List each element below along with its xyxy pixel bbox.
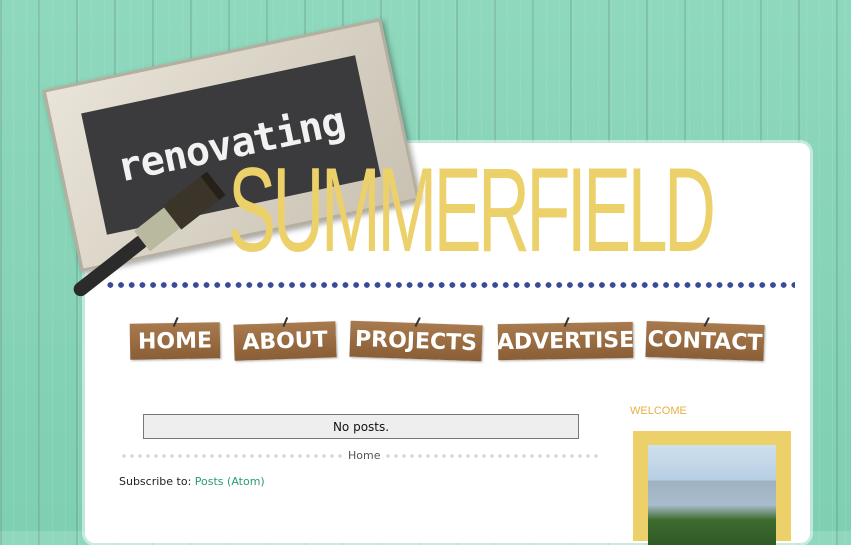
welcome-photo-frame [633,431,791,545]
nav-about-button[interactable]: ABOUT [233,316,337,361]
posts-atom-link[interactable]: Posts (Atom) [195,475,265,488]
subscribe-label: Subscribe to: [119,475,192,488]
subscribe-line: Subscribe to: Posts (Atom) [119,475,265,488]
nav-about-label: ABOUT [241,327,329,355]
site-title: SUMMERFIELD [228,143,716,277]
paintbrush-icon [73,171,226,297]
nav-home-label: HOME [137,327,213,355]
house-photo [648,445,776,545]
welcome-heading: WELCOME [630,405,687,417]
nav-advertise-button[interactable]: ADVERTISE [496,317,635,361]
nav-contact-button[interactable]: CONTACT [645,317,765,362]
home-link[interactable]: Home [343,449,386,462]
nav-advertise-label: ADVERTISE [496,327,635,355]
nav-projects-label: PROJECTS [354,326,478,356]
dotted-divider [105,282,795,288]
no-posts-message: No posts. [143,414,579,439]
nav-projects-button[interactable]: PROJECTS [349,317,483,362]
nav-home-button[interactable]: HOME [129,317,221,360]
nav-contact-label: CONTACT [647,326,763,356]
